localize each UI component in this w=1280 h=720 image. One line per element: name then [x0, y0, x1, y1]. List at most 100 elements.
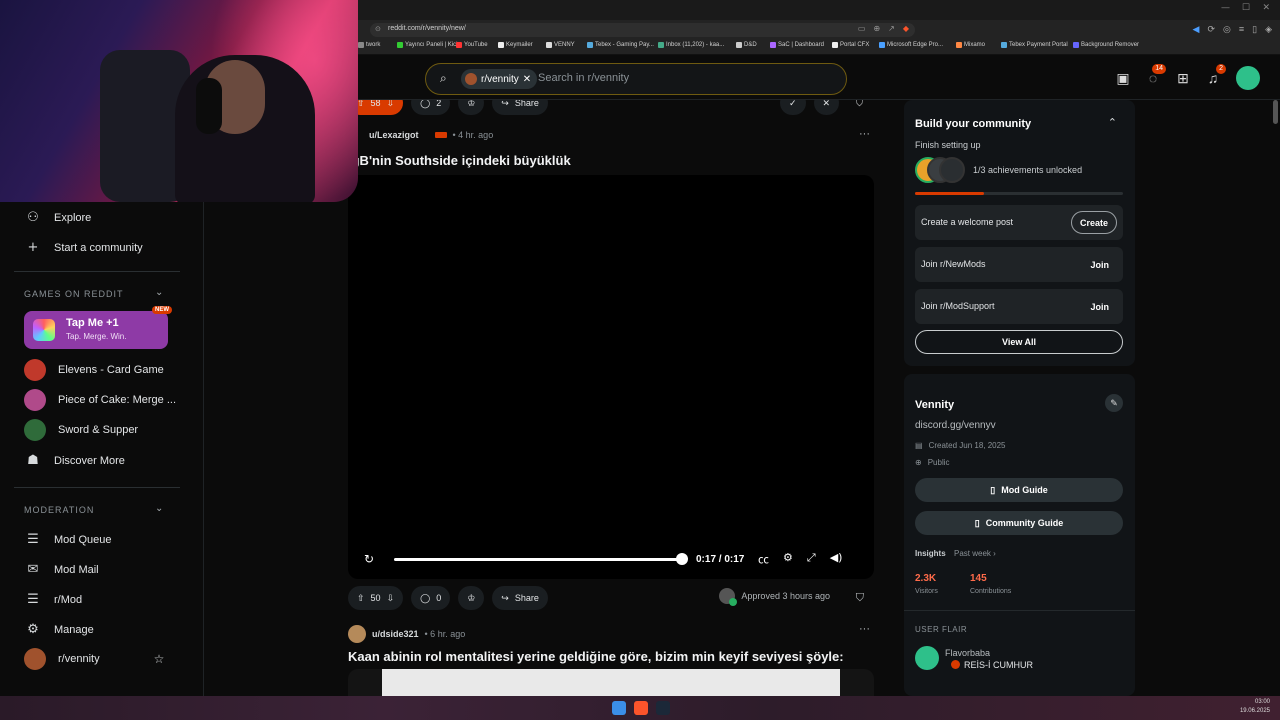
edit-icon[interactable]: ✎	[1105, 394, 1123, 412]
tapme-game-card[interactable]: Tap Me +1 Tap. Merge. Win. NEW	[24, 306, 172, 349]
bookmark-item[interactable]: D&D	[736, 42, 757, 48]
chevron-down-icon[interactable]: ⌄	[155, 287, 163, 298]
nav-start-community[interactable]: + Start a community	[24, 240, 143, 255]
share-button[interactable]: ↪ Share	[492, 586, 548, 610]
view-all-button[interactable]: View All	[915, 330, 1123, 354]
close-window-icon[interactable]: ✕	[1262, 3, 1270, 13]
page-scrollbar[interactable]	[1273, 100, 1278, 124]
bookmark-item[interactable]: Background Remover	[1073, 42, 1139, 48]
brave-browser-icon[interactable]	[634, 701, 648, 715]
fullscreen-icon[interactable]: ⤢	[807, 551, 816, 567]
share-page-icon[interactable]: ↗	[888, 24, 895, 33]
bookmark-item[interactable]: YouTube	[456, 42, 488, 48]
past-week-link[interactable]: Past week ›	[954, 549, 996, 558]
post1-username[interactable]: u/Lexazigot	[369, 130, 419, 140]
copilot-icon[interactable]: ◎	[1223, 24, 1231, 35]
mod-shield-button[interactable]: ⛉	[847, 100, 872, 115]
bookmark-item[interactable]: VENNY	[546, 42, 575, 48]
create-post-icon[interactable]: ⊞	[1168, 66, 1198, 90]
upvote-icon[interactable]: ⇧	[357, 100, 365, 109]
user-avatar[interactable]	[1236, 66, 1260, 90]
downvote-icon[interactable]: ⇩	[387, 100, 395, 109]
bookmark-item[interactable]: Microsoft Edge Pro...	[879, 42, 943, 48]
seek-knob[interactable]	[676, 552, 688, 565]
minimize-icon[interactable]: —	[1221, 3, 1230, 13]
chevron-down-icon[interactable]: ⌄	[155, 503, 163, 514]
search-bar[interactable]: ⌕ r/vennity ✕ Search in r/vennity	[425, 63, 847, 95]
bookmark-item[interactable]: Tebex Payment Portal	[1001, 42, 1068, 48]
search-icon: ⌕	[440, 71, 447, 85]
award-button[interactable]: ♔	[458, 100, 485, 115]
collapse-icon[interactable]: ⌃	[1108, 116, 1117, 129]
captions-icon[interactable]: ㏄	[758, 551, 769, 567]
sidebar-icon[interactable]: ▯	[1252, 24, 1257, 35]
steam-icon[interactable]	[656, 701, 670, 715]
downvote-icon[interactable]: ⇩	[387, 593, 395, 604]
post1-title[interactable]: igB'nin Southside içindeki büyüklük	[348, 153, 571, 168]
vote-pill[interactable]: ⇧ 50 ⇩	[348, 586, 404, 610]
video-player[interactable]: ↻ 0:17 / 0:17 ㏄ ⚙ ⤢ ◀)	[348, 175, 874, 579]
url-field[interactable]: ⊙ reddit.com/r/vennity/new/ ▭ ⊕ ↗ ◆	[370, 23, 915, 37]
game-sword-supper[interactable]: Sword & Supper	[24, 419, 138, 441]
search-input[interactable]: Search in r/vennity	[538, 72, 629, 84]
nav-explore[interactable]: ⚇ Explore	[24, 210, 91, 225]
system-clock[interactable]: 03:00 19.06.2025	[1240, 698, 1270, 716]
volume-icon[interactable]: ◀)	[830, 551, 843, 567]
bookmark-label: Microsoft Edge Pro...	[887, 42, 944, 48]
post2-username[interactable]: u/dside321	[372, 629, 419, 639]
advertise-icon[interactable]: ▣	[1108, 66, 1138, 90]
sync-icon[interactable]: ⟳	[1207, 24, 1215, 35]
bookmark-item[interactable]: Keymailer	[498, 42, 533, 48]
replay-icon[interactable]: ↻	[360, 552, 378, 566]
nav-r-mod[interactable]: ☰ r/Mod	[24, 592, 82, 607]
bookmark-item[interactable]: Inbox (11,202) - kaa...	[658, 42, 724, 48]
share-button[interactable]: ↪ Share	[492, 100, 548, 115]
chip-remove-icon[interactable]: ✕	[523, 74, 531, 85]
create-button[interactable]: Create	[1070, 211, 1117, 234]
comments-button[interactable]: ◯ 0	[411, 586, 451, 610]
remove-button[interactable]: ✕	[813, 100, 840, 115]
bookmark-item[interactable]: Tebex - Gaming Pay...	[587, 42, 654, 48]
star-icon[interactable]: ☆	[154, 652, 165, 666]
approve-button[interactable]: ✓	[780, 100, 806, 115]
join-modsupport-button[interactable]: Join	[1082, 295, 1117, 318]
nav-mod-queue[interactable]: ☰ Mod Queue	[24, 532, 111, 547]
bookmark-item[interactable]: Portal CFX	[832, 42, 869, 48]
nav-manage[interactable]: ⚙ Manage	[24, 622, 94, 637]
award-button[interactable]: ♔	[458, 586, 485, 610]
community-search-chip[interactable]: r/vennity ✕	[461, 69, 538, 89]
reader-icon[interactable]: ▭	[858, 24, 866, 33]
discover-more[interactable]: ☗ Discover More	[24, 453, 125, 468]
bookmark-item[interactable]: twork	[358, 42, 380, 48]
mod-shield-icon[interactable]: ⛉	[856, 591, 864, 605]
join-newmods-button[interactable]: Join	[1082, 253, 1117, 276]
post2-more-icon[interactable]: ···	[859, 623, 870, 635]
extension-icon[interactable]: ◀	[1193, 24, 1200, 35]
bookmark-item[interactable]: SaC | Dashboard	[770, 42, 824, 48]
mod-guide-button[interactable]: ▯ Mod Guide	[915, 478, 1123, 502]
site-info-icon[interactable]: ⊙	[375, 25, 381, 33]
bookmark-item[interactable]: Yayıncı Paneli | Kick	[397, 42, 459, 48]
wallet-icon[interactable]: ◈	[1265, 24, 1272, 35]
start-icon[interactable]	[612, 701, 626, 715]
bookmark-item[interactable]: Mixamo	[956, 42, 985, 48]
menu-icon[interactable]: ≡	[1239, 24, 1244, 35]
post1-more-icon[interactable]: ···	[859, 128, 870, 140]
maximize-icon[interactable]: ☐	[1242, 3, 1250, 13]
comments-button[interactable]: ◯ 2	[411, 100, 451, 115]
community-guide-button[interactable]: ▯ Community Guide	[915, 511, 1123, 535]
nav-r-vennity[interactable]: r/vennity ☆	[24, 648, 164, 670]
settings-icon[interactable]: ⚙	[783, 551, 793, 567]
post2-title[interactable]: Kaan abinin rol mentalitesi yerine geldi…	[348, 649, 844, 664]
chat-icon[interactable]: ◌ 14	[1138, 64, 1168, 90]
post2-image[interactable]	[348, 669, 874, 696]
video-seekbar[interactable]	[394, 552, 688, 565]
upvote-icon[interactable]: ⇧	[357, 593, 365, 604]
nav-mod-mail[interactable]: ✉ Mod Mail	[24, 562, 99, 577]
game-piece-of-cake[interactable]: Piece of Cake: Merge ...	[24, 389, 176, 411]
zoom-icon[interactable]: ⊕	[873, 24, 880, 33]
brave-shield-icon[interactable]: ◆	[903, 24, 909, 33]
bookmark-favicon-icon	[832, 42, 838, 48]
notifications-icon[interactable]: ♫ 2	[1198, 64, 1228, 90]
game-elevens[interactable]: Elevens - Card Game	[24, 359, 164, 381]
